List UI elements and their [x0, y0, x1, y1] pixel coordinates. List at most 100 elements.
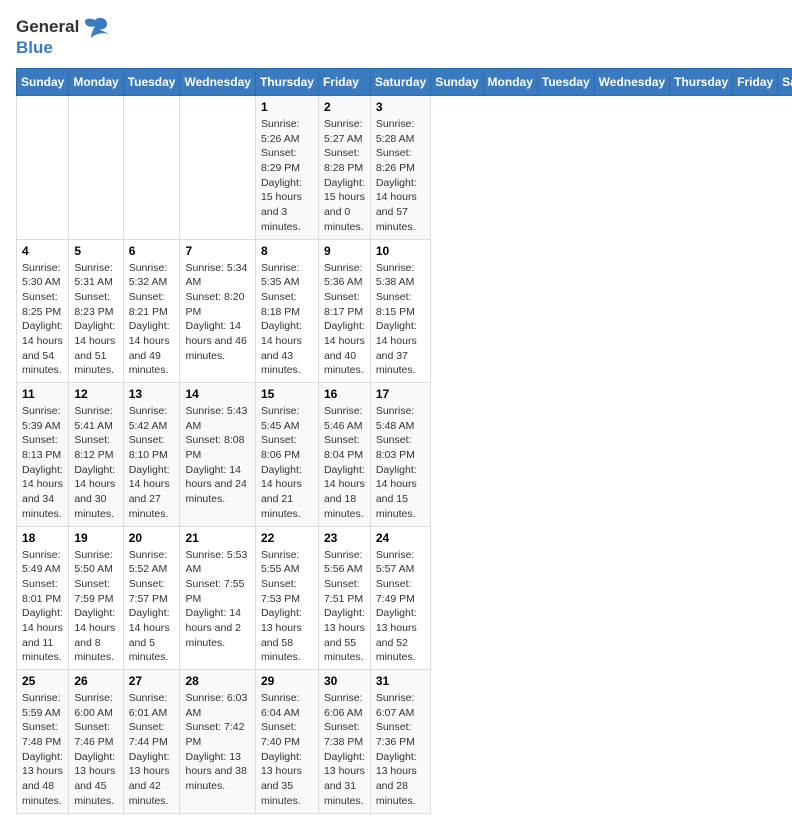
day-info: Sunrise: 6:06 AMSunset: 7:38 PMDaylight:…	[324, 691, 365, 809]
day-info: Sunrise: 5:50 AMSunset: 7:59 PMDaylight:…	[74, 548, 117, 666]
day-number: 21	[185, 531, 249, 545]
calendar-cell: 21 Sunrise: 5:53 AMSunset: 7:55 PMDayligh…	[180, 526, 255, 670]
calendar-week-4: 18 Sunrise: 5:49 AMSunset: 8:01 PMDayligh…	[17, 526, 792, 670]
calendar-cell: 20Sunrise: 5:52 AMSunset: 7:57 PMDayligh…	[123, 526, 180, 670]
calendar-cell: 7 Sunrise: 5:34 AMSunset: 8:20 PMDaylight…	[180, 239, 255, 383]
day-info: Sunrise: 5:28 AMSunset: 8:26 PMDaylight:…	[376, 117, 425, 235]
day-info: Sunrise: 5:41 AMSunset: 8:12 PMDaylight:…	[74, 404, 117, 522]
calendar-cell: 11 Sunrise: 5:39 AMSunset: 8:13 PMDayligh…	[17, 383, 69, 527]
day-info: Sunrise: 5:26 AMSunset: 8:29 PMDaylight:…	[261, 117, 313, 235]
day-info: Sunrise: 5:31 AMSunset: 8:23 PMDaylight:…	[74, 261, 117, 379]
calendar-cell: 26Sunrise: 6:00 AMSunset: 7:46 PMDayligh…	[69, 670, 123, 814]
day-number: 29	[261, 674, 313, 688]
header-wednesday: Wednesday	[180, 69, 255, 96]
day-number: 28	[185, 674, 249, 688]
calendar-cell	[69, 96, 123, 240]
calendar-cell: 12 Sunrise: 5:41 AMSunset: 8:12 PMDayligh…	[69, 383, 123, 527]
calendar-cell: 17 Sunrise: 5:48 AMSunset: 8:03 PMDayligh…	[370, 383, 430, 527]
day-info: Sunrise: 5:45 AMSunset: 8:06 PMDaylight:…	[261, 404, 313, 522]
calendar-cell: 15 Sunrise: 5:45 AMSunset: 8:06 PMDayligh…	[255, 383, 318, 527]
column-header-tuesday: Tuesday	[537, 69, 594, 96]
calendar-cell: 18 Sunrise: 5:49 AMSunset: 8:01 PMDayligh…	[17, 526, 69, 670]
calendar-cell: 27Sunrise: 6:01 AMSunset: 7:44 PMDayligh…	[123, 670, 180, 814]
day-number: 19	[74, 531, 117, 545]
logo-blue-text: Blue	[16, 38, 53, 58]
day-number: 12	[74, 387, 117, 401]
day-info: Sunrise: 5:38 AMSunset: 8:15 PMDaylight:…	[376, 261, 425, 379]
day-info: Sunrise: 5:46 AMSunset: 8:04 PMDaylight:…	[324, 404, 365, 522]
day-number: 31	[376, 674, 425, 688]
column-header-sunday: Sunday	[431, 69, 483, 96]
calendar-cell: 10 Sunrise: 5:38 AMSunset: 8:15 PMDayligh…	[370, 239, 430, 383]
calendar-cell: 8Sunrise: 5:35 AMSunset: 8:18 PMDaylight…	[255, 239, 318, 383]
day-number: 30	[324, 674, 365, 688]
header-tuesday: Tuesday	[123, 69, 180, 96]
header-saturday: Saturday	[370, 69, 430, 96]
calendar-week-5: 25 Sunrise: 5:59 AMSunset: 7:48 PMDayligh…	[17, 670, 792, 814]
calendar-week-2: 4 Sunrise: 5:30 AMSunset: 8:25 PMDaylight…	[17, 239, 792, 383]
day-info: Sunrise: 5:55 AMSunset: 7:53 PMDaylight:…	[261, 548, 313, 666]
day-info: Sunrise: 6:04 AMSunset: 7:40 PMDaylight:…	[261, 691, 313, 809]
day-number: 17	[376, 387, 425, 401]
day-info: Sunrise: 6:03 AMSunset: 7:42 PMDaylight:…	[185, 691, 249, 794]
day-info: Sunrise: 5:49 AMSunset: 8:01 PMDaylight:…	[22, 548, 63, 666]
day-number: 24	[376, 531, 425, 545]
calendar-cell: 4 Sunrise: 5:30 AMSunset: 8:25 PMDaylight…	[17, 239, 69, 383]
day-number: 18	[22, 531, 63, 545]
day-info: Sunrise: 5:56 AMSunset: 7:51 PMDaylight:…	[324, 548, 365, 666]
day-info: Sunrise: 6:00 AMSunset: 7:46 PMDaylight:…	[74, 691, 117, 809]
day-info: Sunrise: 5:32 AMSunset: 8:21 PMDaylight:…	[129, 261, 175, 379]
header-friday: Friday	[318, 69, 370, 96]
calendar-week-3: 11 Sunrise: 5:39 AMSunset: 8:13 PMDayligh…	[17, 383, 792, 527]
day-info: Sunrise: 5:52 AMSunset: 7:57 PMDaylight:…	[129, 548, 175, 666]
day-number: 11	[22, 387, 63, 401]
day-info: Sunrise: 5:39 AMSunset: 8:13 PMDaylight:…	[22, 404, 63, 522]
day-number: 14	[185, 387, 249, 401]
calendar-table: SundayMondayTuesdayWednesdayThursdayFrid…	[16, 68, 792, 814]
day-info: Sunrise: 5:27 AMSunset: 8:28 PMDaylight:…	[324, 117, 365, 235]
day-number: 9	[324, 244, 365, 258]
day-number: 15	[261, 387, 313, 401]
calendar-header-row: SundayMondayTuesdayWednesdayThursdayFrid…	[17, 69, 792, 96]
header-monday: Monday	[69, 69, 123, 96]
column-header-friday: Friday	[733, 69, 778, 96]
calendar-cell: 25 Sunrise: 5:59 AMSunset: 7:48 PMDayligh…	[17, 670, 69, 814]
calendar-cell: 9 Sunrise: 5:36 AMSunset: 8:17 PMDaylight…	[318, 239, 370, 383]
day-info: Sunrise: 5:48 AMSunset: 8:03 PMDaylight:…	[376, 404, 425, 522]
calendar-cell: 13Sunrise: 5:42 AMSunset: 8:10 PMDayligh…	[123, 383, 180, 527]
day-number: 16	[324, 387, 365, 401]
day-number: 7	[185, 244, 249, 258]
day-number: 4	[22, 244, 63, 258]
logo-general-text: General	[16, 17, 79, 37]
calendar-cell	[180, 96, 255, 240]
column-header-wednesday: Wednesday	[594, 69, 669, 96]
column-header-monday: Monday	[483, 69, 537, 96]
day-number: 10	[376, 244, 425, 258]
calendar-cell: 29 Sunrise: 6:04 AMSunset: 7:40 PMDayligh…	[255, 670, 318, 814]
day-info: Sunrise: 5:36 AMSunset: 8:17 PMDaylight:…	[324, 261, 365, 379]
calendar-cell: 14 Sunrise: 5:43 AMSunset: 8:08 PMDayligh…	[180, 383, 255, 527]
day-number: 23	[324, 531, 365, 545]
day-info: Sunrise: 5:30 AMSunset: 8:25 PMDaylight:…	[22, 261, 63, 379]
day-info: Sunrise: 5:59 AMSunset: 7:48 PMDaylight:…	[22, 691, 63, 809]
column-header-saturday: Saturday	[778, 69, 792, 96]
day-info: Sunrise: 5:53 AMSunset: 7:55 PMDaylight:…	[185, 548, 249, 651]
column-header-thursday: Thursday	[670, 69, 733, 96]
header-sunday: Sunday	[17, 69, 69, 96]
day-number: 6	[129, 244, 175, 258]
calendar-cell: 23 Sunrise: 5:56 AMSunset: 7:51 PMDayligh…	[318, 526, 370, 670]
day-number: 3	[376, 100, 425, 114]
calendar-cell: 1 Sunrise: 5:26 AMSunset: 8:29 PMDaylight…	[255, 96, 318, 240]
logo: General Blue	[16, 16, 109, 58]
calendar-cell: 31Sunrise: 6:07 AMSunset: 7:36 PMDayligh…	[370, 670, 430, 814]
day-number: 13	[129, 387, 175, 401]
day-number: 22	[261, 531, 313, 545]
logo-bird-icon	[81, 16, 109, 38]
day-number: 5	[74, 244, 117, 258]
day-info: Sunrise: 5:34 AMSunset: 8:20 PMDaylight:…	[185, 261, 249, 364]
calendar-cell: 24Sunrise: 5:57 AMSunset: 7:49 PMDayligh…	[370, 526, 430, 670]
day-number: 2	[324, 100, 365, 114]
day-number: 1	[261, 100, 313, 114]
day-info: Sunrise: 5:43 AMSunset: 8:08 PMDaylight:…	[185, 404, 249, 507]
day-number: 25	[22, 674, 63, 688]
